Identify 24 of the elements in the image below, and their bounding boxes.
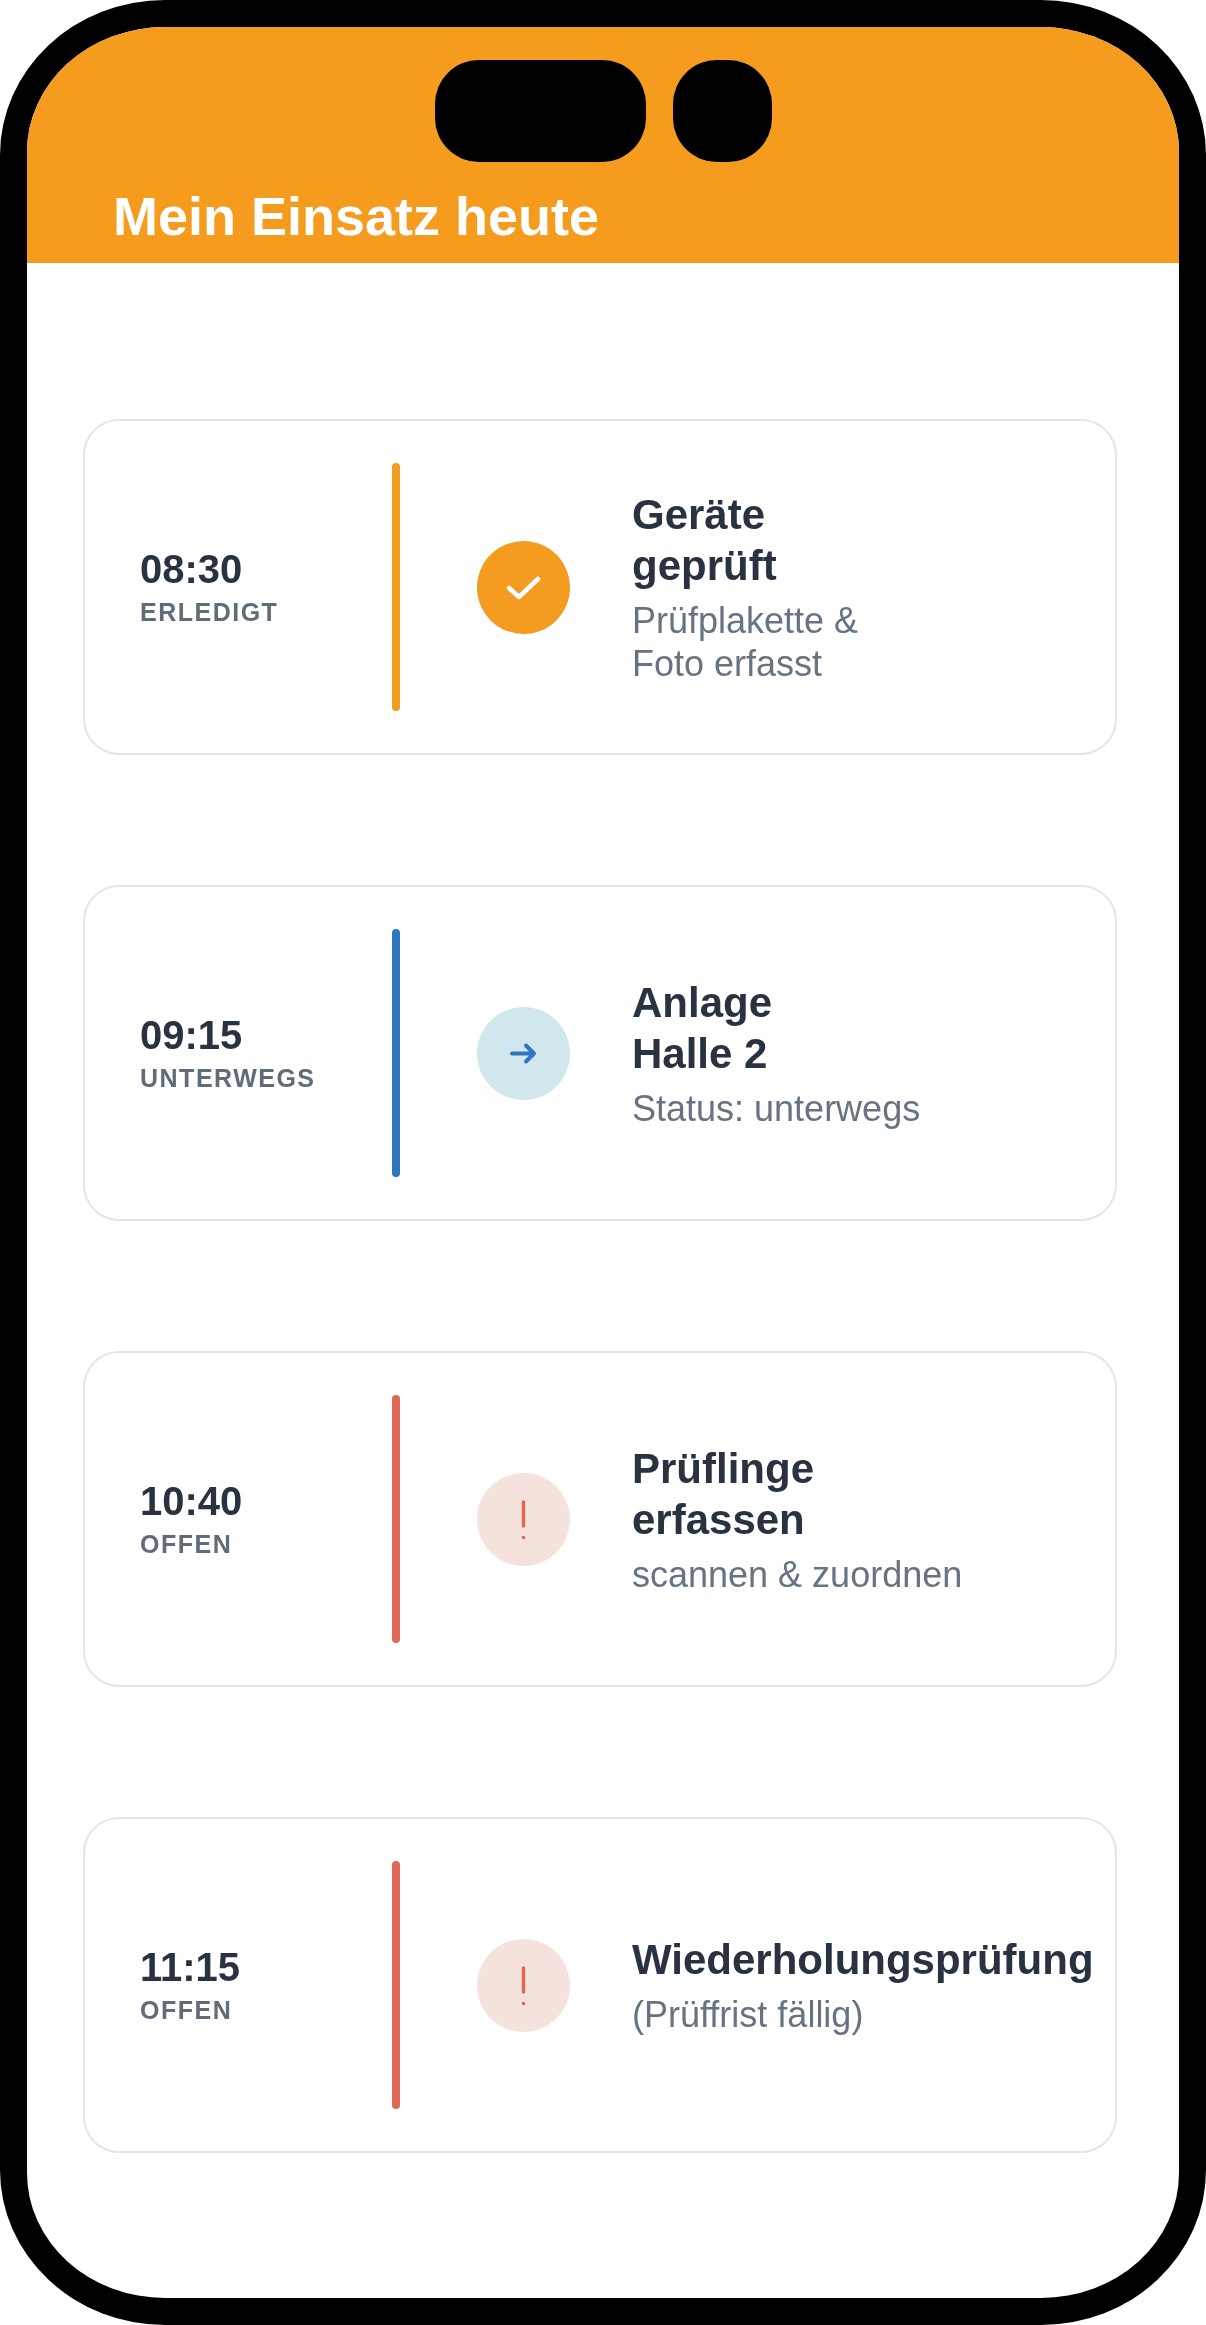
task-status: UNTERWEGS — [140, 1063, 316, 1093]
task-subtitle: scannen & zuordnen — [632, 1552, 963, 1596]
task-title: Anlage Halle 2 — [632, 977, 773, 1079]
task-card[interactable]: 09:15 UNTERWEGS Anlage Halle 2 Status: unterwegs — [83, 885, 1117, 1221]
task-title: Geräte geprüft — [632, 490, 777, 591]
exclamation-icon — [477, 1472, 570, 1566]
task-subtitle: Prüfplakette & Foto erfasst — [632, 599, 859, 685]
task-card[interactable]: 10:40 OFFEN Prüflinge erfassen scannen & zuordnen — [83, 1351, 1117, 1687]
task-status: ERLEDIGT — [140, 597, 279, 627]
page-title: Mein Einsatz heute — [113, 189, 600, 243]
task-subtitle: Status: unterwegs — [632, 1086, 921, 1130]
task-time: 08:30 — [140, 547, 243, 591]
task-status: OFFEN — [140, 1995, 233, 2025]
task-title: Prüflinge erfassen — [632, 1443, 814, 1545]
exclamation-icon — [477, 1938, 570, 2032]
task-time: 11:15 — [140, 1945, 241, 1989]
task-time: 09:15 — [140, 1013, 243, 1057]
task-time: 10:40 — [140, 1479, 243, 1523]
task-card[interactable]: 11:15 OFFEN Wiederholungsprüfung (Prüffrist fällig) — [83, 1817, 1117, 2153]
task-subtitle: (Prüffrist fällig) — [632, 1993, 864, 2036]
task-title: Wiederholungsprüfung — [632, 1935, 1094, 1985]
task-status: OFFEN — [140, 1529, 233, 1559]
task-card[interactable]: 08:30 ERLEDIGT Geräte geprüft Prüfplakette & Foto erfasst — [83, 419, 1117, 755]
check-icon — [477, 540, 570, 634]
